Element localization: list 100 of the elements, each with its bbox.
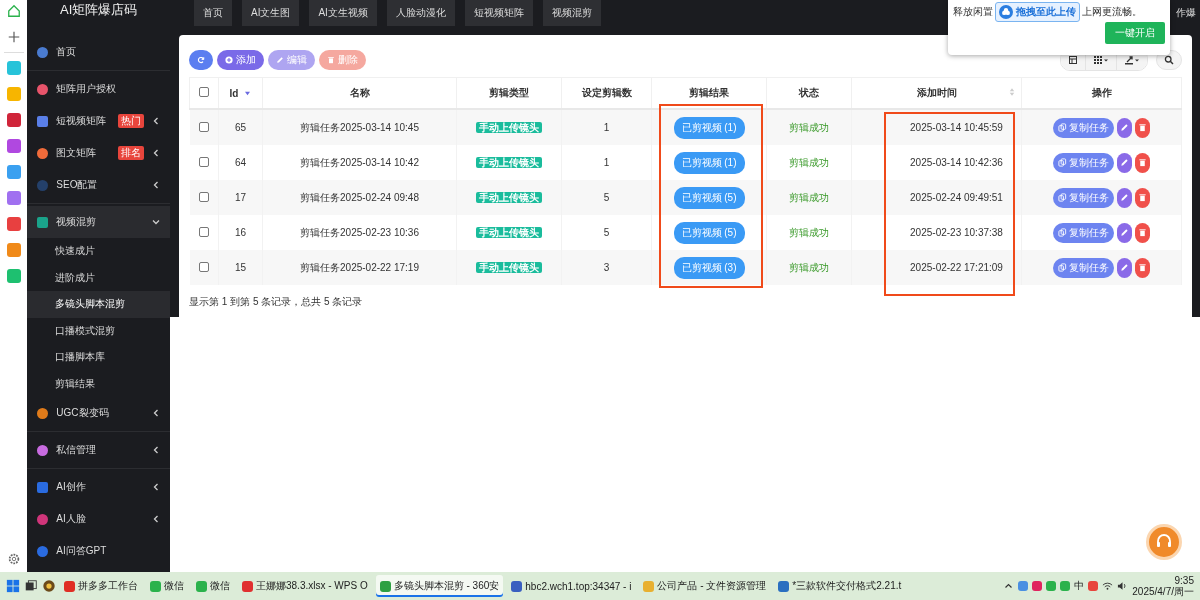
copy-icon [1058,193,1067,202]
copy-icon [1058,158,1067,167]
delete-button[interactable] [1135,152,1150,173]
app-title: AI矩阵爆店码 [59,1,139,19]
sidebar-item[interactable]: 私信管理 [27,434,170,466]
nav-tab[interactable]: 短视频矩阵 [464,0,533,26]
table-cell-text: 2025-03-14 10:45:59 [909,122,1003,133]
table-cell: 剪辑任务2025-02-22 17:19 [300,261,419,273]
pagination-info: 显示第 1 到第 5 条记录，总共 5 条记录 [189,295,364,309]
row-checkbox[interactable] [198,121,209,132]
row-checkbox[interactable] [198,156,209,167]
type-tag: 手动上传镜头 [476,121,542,133]
wifi-icon[interactable] [1102,581,1114,591]
tray-app-icon[interactable] [1046,581,1057,591]
taskbar-item[interactable]: *三款软件交付格式2.21.t [774,575,906,597]
refresh-icon [197,56,205,64]
refresh-button[interactable] [189,50,213,70]
status-text: 剪辑成功 [789,156,829,168]
square-icon [37,481,49,493]
tray-app-icon[interactable] [1088,581,1099,591]
copy-icon [1058,228,1067,237]
sidebar-item[interactable]: AI人脸 [27,503,170,535]
taskbar-item[interactable]: hbc2.wch1.top:34347 - i [507,576,636,596]
app-icon[interactable] [6,165,21,179]
column-header: 名称 [349,86,370,100]
pencil-icon [1120,123,1129,132]
taskbar-item[interactable]: 微信 [146,575,188,597]
column-header: 状态 [799,86,819,100]
app-icon [778,580,790,592]
submenu-item[interactable]: 口播模式混剪 [27,317,170,344]
delete-button[interactable] [1135,117,1150,138]
sidebar-item[interactable]: SEO配置 [27,169,170,201]
submenu-item[interactable]: 口播脚本库 [27,344,170,371]
submenu-item[interactable]: 快速成片 [27,238,170,265]
submenu-item[interactable]: 多镜头脚本混剪 [27,291,170,318]
trash-icon [1138,158,1147,167]
home-icon[interactable] [6,4,21,18]
nav-tab[interactable]: 视频混剪 [542,0,601,26]
copy-icon [1058,123,1067,132]
sidebar-item[interactable]: 矩阵用户授权 [27,73,170,105]
submenu-item[interactable]: 剪辑结果 [27,370,170,397]
delete-button[interactable] [1135,187,1150,208]
circle-icon [37,444,49,456]
edit-button[interactable] [1117,257,1132,278]
input-method-indicator[interactable]: 中 [1074,579,1085,593]
tray-app-icon[interactable] [1018,581,1029,591]
circle-icon [37,407,49,419]
task-view-icon[interactable] [24,579,38,593]
popup-text: 释放闲置 [953,5,993,19]
pencil-icon [1120,228,1129,237]
sidebar-item[interactable]: UGC裂变码 [27,397,170,429]
taskbar-item[interactable]: 公司产品 - 文件资源管理 [639,575,771,597]
trash-icon [327,56,335,64]
taskbar-item[interactable]: 多镜头脚本混剪 - 360安 [375,575,504,597]
sidebar-item[interactable]: 首页 [27,36,170,68]
table-cell-text: 2025-03-14 10:42:36 [909,157,1003,168]
column-header: Id [229,87,239,99]
taskbar-item[interactable]: 王娜娜38.3.xlsx - WPS O [238,575,372,597]
delete-button[interactable] [1135,257,1150,278]
submenu-item[interactable]: 进阶成片 [27,264,170,291]
app-icon [150,580,161,592]
sidebar-item[interactable]: 图文矩阵 排名 [27,137,170,169]
nav-tab[interactable]: 首页 [194,0,232,26]
square-icon [37,216,49,228]
app-icon[interactable] [42,579,56,593]
sidebar-item[interactable]: AI创作 [27,471,170,503]
nav-tab[interactable]: 人脸动漫化 [386,0,455,26]
chevron-left-icon [152,149,160,157]
nav-tab[interactable]: AI文生视频 [309,0,377,26]
tray-app-icon[interactable] [1032,581,1043,591]
taskbar-clock[interactable]: 9:35 2025/4/7/周一 [1132,575,1194,597]
nav-tab[interactable]: AI文生图 [242,0,300,26]
column-header: 剪辑类型 [489,86,529,100]
taskbar-item[interactable]: 微信 [192,575,234,597]
edit-button[interactable] [1117,187,1132,208]
table-cell: 16 [234,227,247,238]
table-cell: 剪辑任务2025-03-14 10:42 [300,156,419,168]
select-all-checkbox[interactable] [199,87,209,97]
edit-button[interactable] [1117,152,1132,173]
app-icon [379,580,391,592]
edit-button[interactable] [1117,222,1132,243]
delete-button[interactable] [1135,222,1150,243]
edit-button[interactable] [1117,117,1132,138]
tray-app-icon[interactable] [1060,581,1071,591]
add-button[interactable]: 添加 [217,50,264,70]
sidebar-item[interactable]: 短视频矩阵 热门 [27,105,170,137]
settings-icon[interactable] [6,552,21,566]
row-checkbox[interactable] [198,261,209,272]
sort-down-icon[interactable] [244,90,252,96]
app-icon [511,580,523,592]
pencil-icon [1120,263,1129,272]
table-cell-text: 2025-02-24 09:49:51 [909,192,1003,203]
taskbar-item[interactable]: 拼多多工作台 [60,575,142,597]
status-text: 剪辑成功 [789,191,829,203]
upload-badge[interactable]: 拖拽至此上传 [995,2,1080,22]
row-checkbox[interactable] [198,226,209,237]
row-checkbox[interactable] [198,191,209,202]
table-cell: 1 [603,122,610,133]
sidebar-item[interactable]: AI问答GPT [27,535,170,567]
sidebar-item[interactable]: 视频混剪 [27,206,170,238]
